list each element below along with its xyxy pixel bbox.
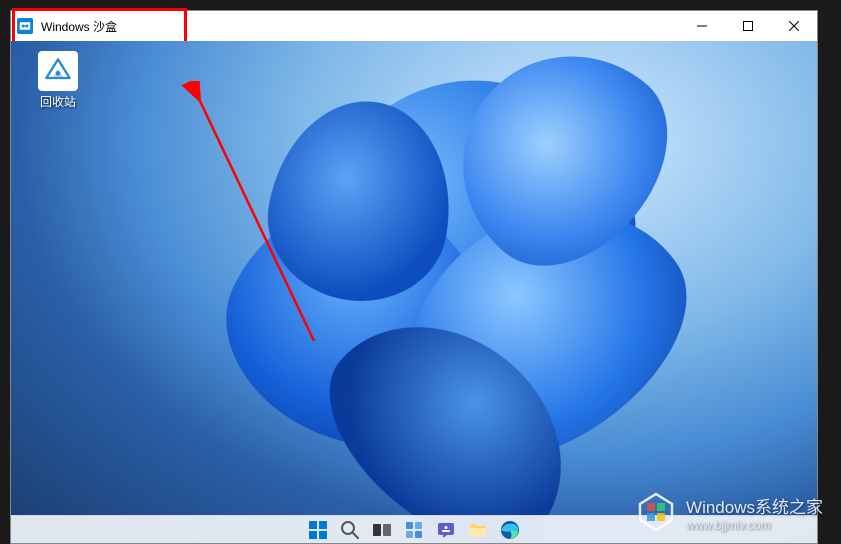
- maximize-button[interactable]: [725, 11, 771, 41]
- start-button[interactable]: [305, 517, 331, 543]
- recycle-bin[interactable]: 回收站: [23, 51, 93, 110]
- sandbox-icon: [17, 18, 33, 34]
- sandbox-desktop[interactable]: 回收站: [11, 41, 817, 543]
- watermark: Windows系统之家 www.bjjmlv.com: [634, 490, 823, 534]
- recycle-bin-label: 回收站: [23, 93, 93, 110]
- watermark-logo-icon: [634, 490, 678, 534]
- window-controls: [679, 11, 817, 41]
- wallpaper-bloom: [111, 41, 711, 541]
- search-button[interactable]: [337, 517, 363, 543]
- titlebar[interactable]: Windows 沙盒: [11, 11, 817, 41]
- widgets-button[interactable]: [401, 517, 427, 543]
- watermark-title: Windows系统之家: [686, 493, 823, 518]
- edge-button[interactable]: [497, 517, 523, 543]
- minimize-button[interactable]: [679, 11, 725, 41]
- task-view-button[interactable]: [369, 517, 395, 543]
- file-explorer-button[interactable]: [465, 517, 491, 543]
- watermark-url: www.bjjmlv.com: [686, 518, 823, 532]
- chat-button[interactable]: [433, 517, 459, 543]
- recycle-bin-icon: [38, 51, 78, 91]
- window-title: Windows 沙盒: [41, 18, 117, 35]
- sandbox-window: Windows 沙盒 回收站: [10, 10, 818, 544]
- close-button[interactable]: [771, 11, 817, 41]
